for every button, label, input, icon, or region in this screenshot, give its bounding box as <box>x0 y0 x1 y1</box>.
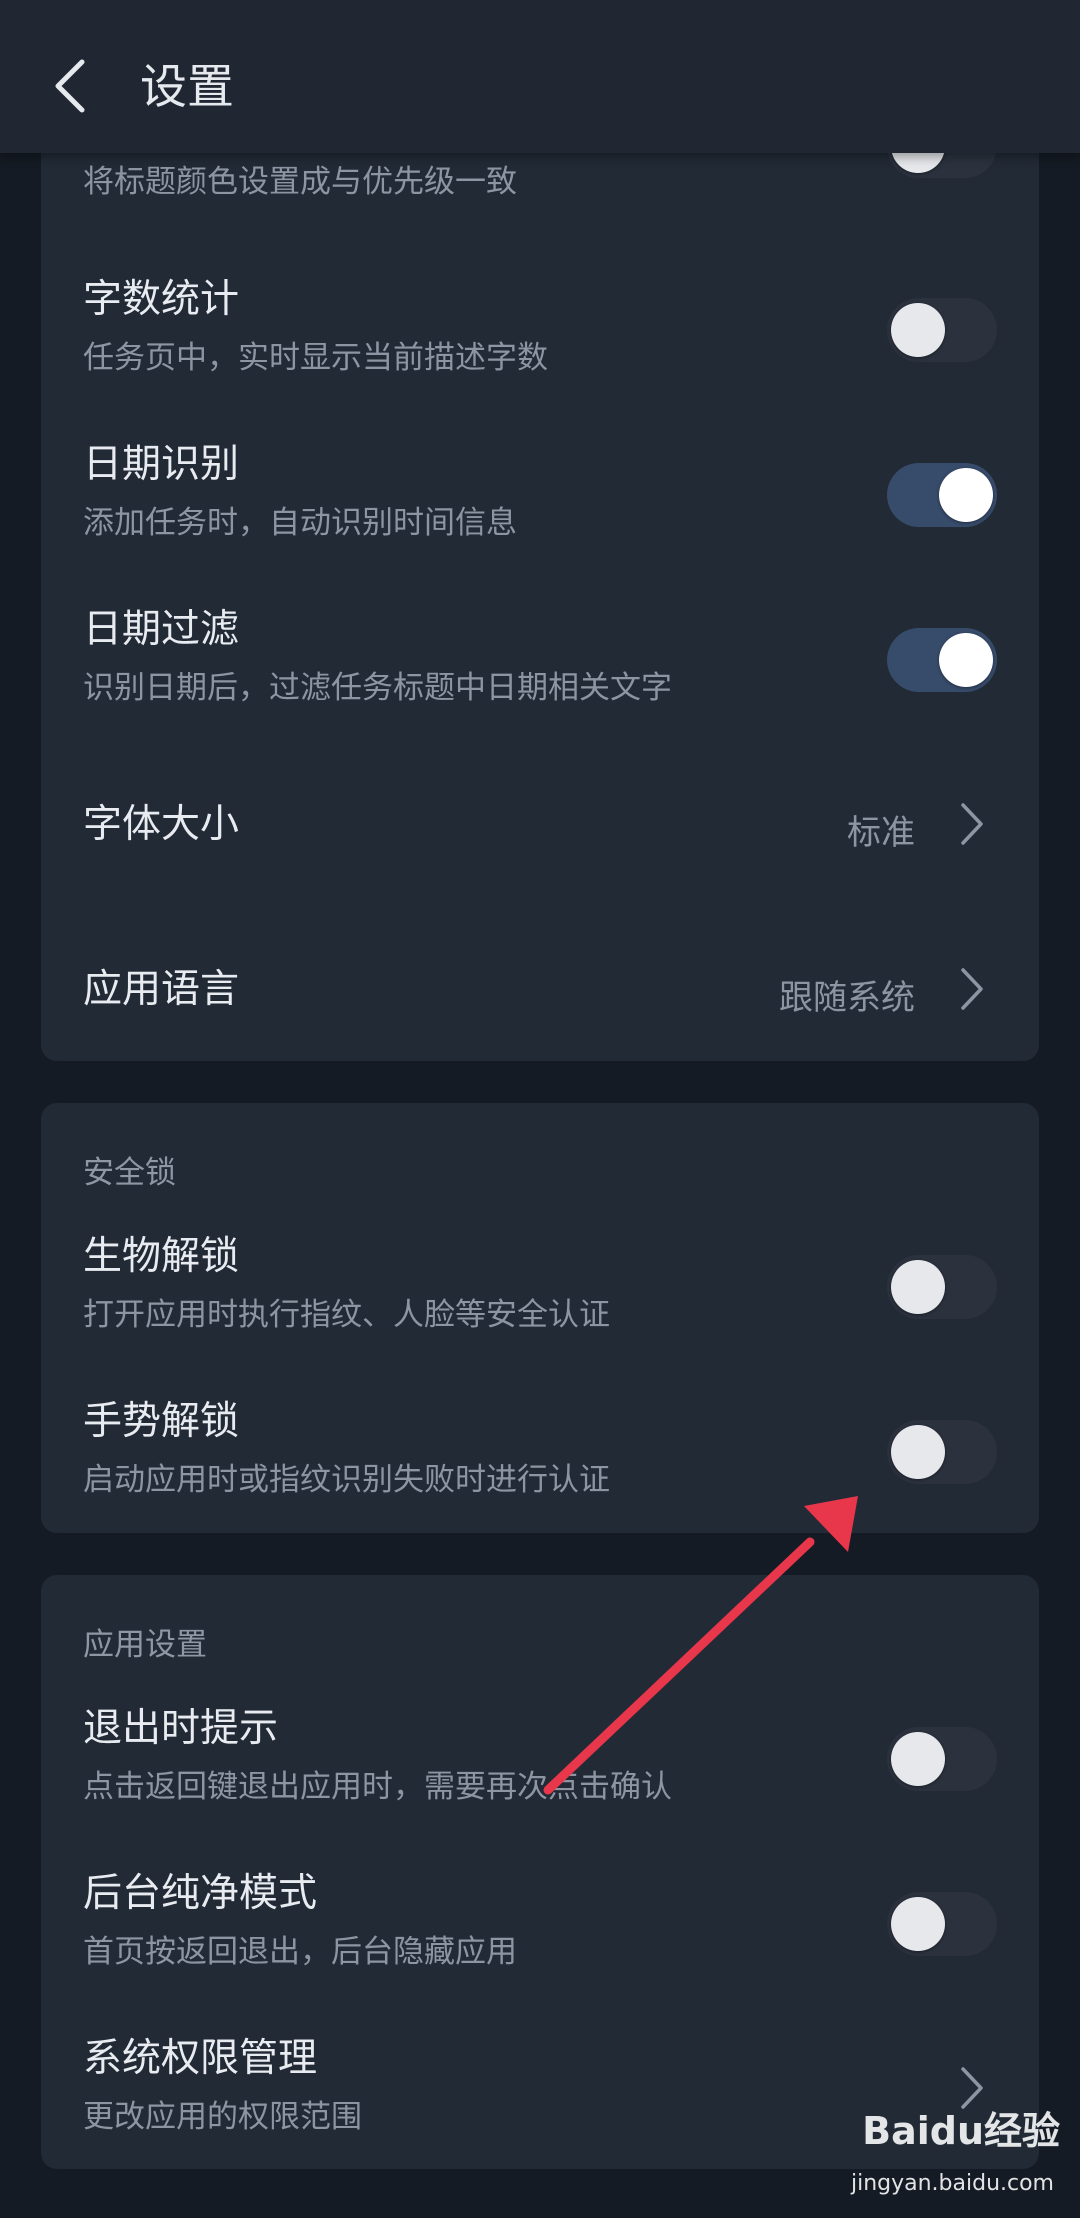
baidu-jingyan-watermark: Baidu经验 jingyan.baidu.com <box>820 2100 1060 2196</box>
setting-row-font-size[interactable]: 字体大小 标准 <box>41 745 1039 905</box>
setting-title: 应用语言 <box>83 967 240 1012</box>
page-title: 设置 <box>140 60 234 115</box>
setting-row-biometric-unlock[interactable]: 生物解锁 打开应用时执行指纹、人脸等安全认证 <box>41 1203 1039 1363</box>
toggle-knob <box>891 1897 945 1951</box>
word-count-toggle[interactable] <box>887 298 997 362</box>
setting-title: 字体大小 <box>83 802 240 847</box>
app-settings-card: 应用设置 退出时提示 点击返回键退出应用时，需要再次点击确认 后台纯净模式 首页… <box>41 1575 1039 2169</box>
section-title: 安全锁 <box>83 1155 176 1191</box>
setting-row-gesture-unlock[interactable]: 手势解锁 启动应用时或指纹识别失败时进行认证 <box>41 1368 1039 1528</box>
setting-title: 字数统计 <box>83 277 240 322</box>
app-language-value: 跟随系统 <box>779 978 915 1018</box>
setting-title: 日期识别 <box>83 442 240 487</box>
setting-title: 日期过滤 <box>83 607 240 652</box>
setting-title: 手势解锁 <box>83 1399 240 1444</box>
setting-title: 后台纯净模式 <box>83 1871 318 1916</box>
setting-subtitle: 点击返回键退出应用时，需要再次点击确认 <box>83 1769 672 1805</box>
toggle-knob <box>891 1732 945 1786</box>
toggle-knob <box>891 1260 945 1314</box>
toggle-knob <box>939 468 993 522</box>
section-title: 应用设置 <box>83 1627 207 1663</box>
chevron-right-icon <box>961 968 983 1010</box>
background-clean-mode-toggle[interactable] <box>887 1892 997 1956</box>
setting-title: 系统权限管理 <box>83 2036 318 2081</box>
app-header: 设置 <box>0 0 1080 153</box>
chevron-right-icon <box>961 803 983 845</box>
toggle-knob <box>891 1425 945 1479</box>
date-recognition-toggle[interactable] <box>887 463 997 527</box>
setting-subtitle: 添加任务时，自动识别时间信息 <box>83 505 517 541</box>
date-filter-toggle[interactable] <box>887 628 997 692</box>
general-settings-card: 将标题颜色设置成与优先级一致 字数统计 任务页中，实时显示当前描述字数 日期识别… <box>41 90 1039 1061</box>
chevron-left-icon <box>55 59 85 113</box>
exit-prompt-toggle[interactable] <box>887 1727 997 1791</box>
toggle-knob <box>939 633 993 687</box>
watermark-logo: Baidu经验 <box>862 2109 1060 2153</box>
watermark-url: jingyan.baidu.com <box>850 2171 1054 2196</box>
setting-subtitle: 打开应用时执行指纹、人脸等安全认证 <box>83 1297 610 1333</box>
setting-row-date-recognition[interactable]: 日期识别 添加任务时，自动识别时间信息 <box>41 415 1039 575</box>
settings-screen: 设置 将标题颜色设置成与优先级一致 字数统计 任务页中，实时显示当前描述字数 日… <box>0 0 1080 2218</box>
setting-title: 退出时提示 <box>83 1706 279 1751</box>
setting-subtitle: 识别日期后，过滤任务标题中日期相关文字 <box>83 670 672 706</box>
setting-row-background-clean-mode[interactable]: 后台纯净模式 首页按返回退出，后台隐藏应用 <box>41 1840 1039 2000</box>
security-lock-card: 安全锁 生物解锁 打开应用时执行指纹、人脸等安全认证 手势解锁 启动应用时或指纹… <box>41 1103 1039 1533</box>
setting-row-word-count[interactable]: 字数统计 任务页中，实时显示当前描述字数 <box>41 250 1039 410</box>
toggle-knob <box>891 303 945 357</box>
setting-title: 生物解锁 <box>83 1234 240 1279</box>
setting-subtitle: 启动应用时或指纹识别失败时进行认证 <box>83 1462 610 1498</box>
biometric-unlock-toggle[interactable] <box>887 1255 997 1319</box>
setting-row-exit-prompt[interactable]: 退出时提示 点击返回键退出应用时，需要再次点击确认 <box>41 1675 1039 1835</box>
back-button[interactable] <box>40 45 100 127</box>
setting-row-date-filter[interactable]: 日期过滤 识别日期后，过滤任务标题中日期相关文字 <box>41 580 1039 740</box>
setting-subtitle: 更改应用的权限范围 <box>83 2099 362 2135</box>
status-bar <box>0 0 1080 10</box>
font-size-value: 标准 <box>847 813 915 853</box>
setting-subtitle: 首页按返回退出，后台隐藏应用 <box>83 1934 517 1970</box>
setting-subtitle: 任务页中，实时显示当前描述字数 <box>83 340 548 376</box>
setting-subtitle: 将标题颜色设置成与优先级一致 <box>83 164 517 200</box>
gesture-unlock-toggle[interactable] <box>887 1420 997 1484</box>
setting-row-app-language[interactable]: 应用语言 跟随系统 <box>41 910 1039 1070</box>
